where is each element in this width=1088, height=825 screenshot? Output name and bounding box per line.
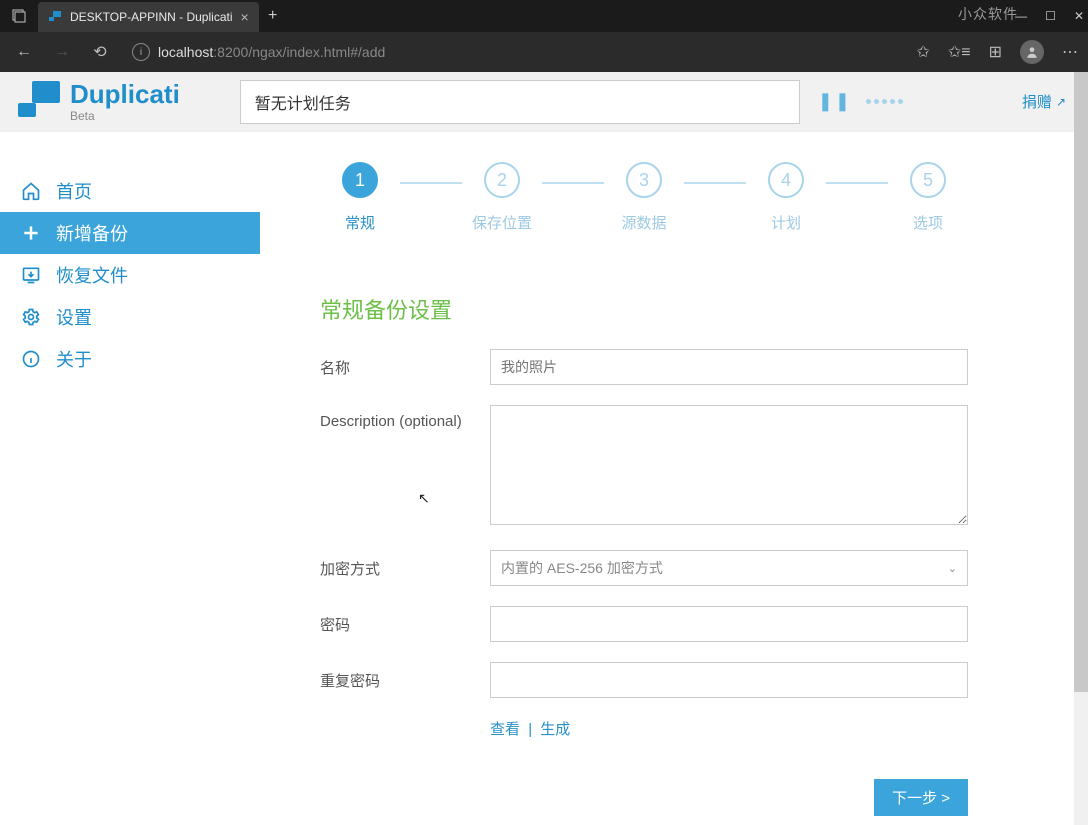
profile-avatar[interactable] xyxy=(1020,40,1044,64)
window-minimize-icon[interactable]: — xyxy=(1015,9,1027,23)
description-input[interactable] xyxy=(490,405,968,525)
throttle-icon[interactable] xyxy=(866,99,903,104)
sidebar-item-settings[interactable]: 设置 xyxy=(0,296,260,338)
step-label: 源数据 xyxy=(621,212,666,233)
donate-label: 捐赠 xyxy=(1022,91,1052,112)
next-button[interactable]: 下一步 > xyxy=(874,779,968,816)
step-number: 2 xyxy=(484,162,520,198)
forward-button: → xyxy=(48,38,76,66)
logo[interactable]: Duplicati Beta xyxy=(18,81,180,123)
password-input[interactable] xyxy=(490,606,968,642)
logo-icon xyxy=(18,81,62,121)
step-number: 3 xyxy=(626,162,662,198)
info-icon xyxy=(20,349,42,369)
favicon-icon xyxy=(48,10,62,24)
pause-icon[interactable]: ❚❚ xyxy=(818,91,852,112)
show-password-link[interactable]: 查看 xyxy=(490,721,520,738)
tab-actions-icon[interactable] xyxy=(0,0,38,32)
step-label: 计划 xyxy=(771,212,801,233)
step-destination[interactable]: 2 保存位置 xyxy=(462,162,542,233)
encryption-label: 加密方式 xyxy=(320,550,490,586)
step-connector xyxy=(684,182,746,184)
status-box: 暂无计划任务 xyxy=(240,80,800,124)
brand-subtitle: Beta xyxy=(70,109,180,123)
close-icon[interactable]: × xyxy=(241,9,249,25)
plus-icon xyxy=(20,223,42,243)
sidebar: 首页 新增备份 恢复文件 设置 关于 xyxy=(0,132,260,825)
sidebar-item-about[interactable]: 关于 xyxy=(0,338,260,380)
watermark: 小众软件 xyxy=(958,4,1018,24)
home-icon xyxy=(20,181,42,201)
brand-title: Duplicati xyxy=(70,81,180,107)
app-body: 首页 新增备份 恢复文件 设置 关于 xyxy=(0,132,1088,825)
password-label: 密码 xyxy=(320,606,490,642)
sidebar-item-label: 关于 xyxy=(56,346,92,372)
step-general[interactable]: 1 常规 xyxy=(320,162,400,233)
step-source[interactable]: 3 源数据 xyxy=(604,162,684,233)
password-repeat-label: 重复密码 xyxy=(320,662,490,698)
donate-link[interactable]: 捐赠 ↗ xyxy=(1022,91,1070,112)
tab-title: DESKTOP-APPINN - Duplicati xyxy=(70,10,233,24)
browser-tab[interactable]: DESKTOP-APPINN - Duplicati × xyxy=(38,2,259,32)
password-repeat-input[interactable] xyxy=(490,662,968,698)
gear-icon xyxy=(20,307,42,327)
sidebar-item-label: 设置 xyxy=(56,304,92,330)
section-title: 常规备份设置 xyxy=(320,293,968,325)
step-connector xyxy=(542,182,604,184)
step-options[interactable]: 5 选项 xyxy=(888,162,968,233)
collections-icon[interactable]: ⊞ xyxy=(989,42,1002,62)
sidebar-item-home[interactable]: 首页 xyxy=(0,170,260,212)
description-label: Description (optional) xyxy=(320,405,490,530)
name-input[interactable] xyxy=(490,349,968,385)
encryption-select[interactable]: 内置的 AES-256 加密方式 ⌄ xyxy=(490,550,968,586)
reload-button[interactable]: ⟲ xyxy=(86,38,114,66)
status-text: 暂无计划任务 xyxy=(255,90,351,114)
encryption-value: 内置的 AES-256 加密方式 xyxy=(501,558,663,578)
vertical-scrollbar[interactable] xyxy=(1074,72,1088,825)
chevron-down-icon: ⌄ xyxy=(948,562,957,575)
sidebar-item-restore[interactable]: 恢复文件 xyxy=(0,254,260,296)
sidebar-item-label: 新增备份 xyxy=(56,220,128,246)
main-panel: 1 常规 2 保存位置 3 源数据 4 计划 5 选项 xyxy=(260,132,1088,825)
favorite-icon[interactable]: ✩ xyxy=(916,42,929,62)
window-maximize-icon[interactable]: ☐ xyxy=(1045,9,1056,23)
restore-icon xyxy=(20,265,42,285)
step-label: 常规 xyxy=(345,212,375,233)
step-connector xyxy=(400,182,462,184)
link-separator: | xyxy=(528,721,532,738)
sidebar-item-add-backup[interactable]: 新增备份 xyxy=(0,212,260,254)
sidebar-item-label: 恢复文件 xyxy=(56,262,128,288)
favorites-bar-icon[interactable]: ✩≡ xyxy=(948,42,971,62)
browser-titlebar: DESKTOP-APPINN - Duplicati × + 小众软件 — ☐ … xyxy=(0,0,1088,32)
window-close-icon[interactable]: ✕ xyxy=(1074,9,1084,23)
browser-toolbar: ← → ⟲ i localhost:8200/ngax/index.html#/… xyxy=(0,32,1088,72)
step-connector xyxy=(826,182,888,184)
step-schedule[interactable]: 4 计划 xyxy=(746,162,826,233)
url-bar[interactable]: i localhost:8200/ngax/index.html#/add xyxy=(124,43,898,61)
step-number: 5 xyxy=(910,162,946,198)
url-text: localhost:8200/ngax/index.html#/add xyxy=(158,44,385,60)
step-number: 1 xyxy=(342,162,378,198)
step-number: 4 xyxy=(768,162,804,198)
generate-password-link[interactable]: 生成 xyxy=(540,721,570,738)
sidebar-item-label: 首页 xyxy=(56,178,92,204)
wizard-steps: 1 常规 2 保存位置 3 源数据 4 计划 5 选项 xyxy=(320,162,968,233)
step-label: 选项 xyxy=(913,212,943,233)
external-link-icon: ↗ xyxy=(1056,95,1066,109)
new-tab-button[interactable]: + xyxy=(259,7,287,25)
scrollbar-thumb[interactable] xyxy=(1074,72,1088,692)
back-button[interactable]: ← xyxy=(10,38,38,66)
step-label: 保存位置 xyxy=(472,212,532,233)
more-icon[interactable]: ⋯ xyxy=(1062,42,1078,62)
site-info-icon[interactable]: i xyxy=(132,43,150,61)
app-header: Duplicati Beta 暂无计划任务 ❚❚ 捐赠 ↗ xyxy=(0,72,1088,132)
name-label: 名称 xyxy=(320,349,490,385)
